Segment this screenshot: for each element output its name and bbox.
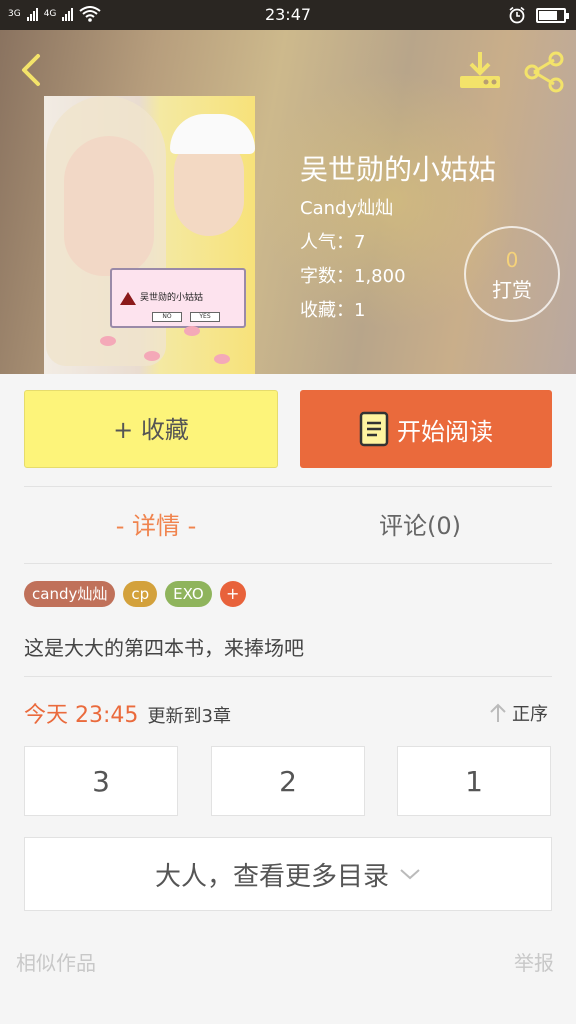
reward-label: 打赏 xyxy=(492,278,532,302)
tag-list: candy灿灿 cp EXO + xyxy=(24,581,246,607)
divider xyxy=(24,563,552,564)
update-info: 今天 23:45 更新到3章 xyxy=(24,697,231,729)
book-cover[interactable]: 吴世勋的小姑姑 NO YES xyxy=(44,96,255,374)
tag-cp[interactable]: cp xyxy=(123,581,158,607)
share-icon[interactable] xyxy=(520,50,568,94)
warning-icon xyxy=(120,292,136,305)
arrow-up-icon xyxy=(490,703,506,722)
chevron-down-icon xyxy=(400,869,420,880)
start-reading-button[interactable]: 开始阅读 xyxy=(300,390,552,468)
start-reading-label: 开始阅读 xyxy=(397,417,493,446)
divider xyxy=(24,486,552,487)
back-icon[interactable] xyxy=(14,52,50,88)
status-bar: 3G 4G 23:47 xyxy=(0,0,576,30)
reward-count: 0 xyxy=(505,248,519,272)
tab-comments[interactable]: 评论(0) xyxy=(288,506,552,546)
chapter-button[interactable]: 2 xyxy=(211,746,365,816)
more-catalog-button[interactable]: 大人，查看更多目录 xyxy=(24,837,552,911)
update-chapter: 更新到3章 xyxy=(147,706,231,727)
clock: 23:47 xyxy=(264,5,312,24)
tag-candy[interactable]: candy灿灿 xyxy=(24,581,116,607)
word-count: 字数：1,800 xyxy=(300,266,406,287)
update-time: 今天 23:45 xyxy=(24,703,139,728)
tag-exo[interactable]: EXO xyxy=(165,581,212,607)
popularity: 人气：7 xyxy=(300,232,366,253)
battery-icon xyxy=(536,7,569,23)
author-name[interactable]: Candy灿灿 xyxy=(300,194,393,220)
book-icon xyxy=(359,411,389,447)
favorite-button[interactable]: + 收藏 xyxy=(24,390,278,468)
chapter-button[interactable]: 3 xyxy=(24,746,178,816)
report-link[interactable]: 举报 xyxy=(514,947,554,976)
similar-works-heading: 相似作品 xyxy=(16,951,96,975)
divider xyxy=(24,676,552,677)
cover-text: 吴世勋的小姑姑 xyxy=(140,293,204,303)
book-header: 吴世勋的小姑姑 NO YES 吴世勋的小姑姑 Candy灿灿 人气：7 字数：1… xyxy=(0,30,576,374)
cover-dialog-art: 吴世勋的小姑姑 NO YES xyxy=(110,268,246,328)
reward-button[interactable]: 0 打赏 xyxy=(464,226,560,322)
add-tag-button[interactable]: + xyxy=(219,581,246,607)
book-description: 这是大大的第四本书，来捧场吧 xyxy=(24,636,304,660)
download-icon[interactable] xyxy=(456,48,504,92)
favorite-count: 收藏：1 xyxy=(300,300,366,321)
alarm-icon xyxy=(509,6,525,24)
tab-detail[interactable]: - 详情 - xyxy=(24,506,288,546)
book-title: 吴世勋的小姑姑 xyxy=(300,153,497,186)
sort-order-button[interactable]: 正序 xyxy=(488,700,548,726)
sort-order-label: 正序 xyxy=(512,704,548,725)
chapter-button[interactable]: 1 xyxy=(397,746,551,816)
more-catalog-label: 大人，查看更多目录 xyxy=(154,861,389,892)
